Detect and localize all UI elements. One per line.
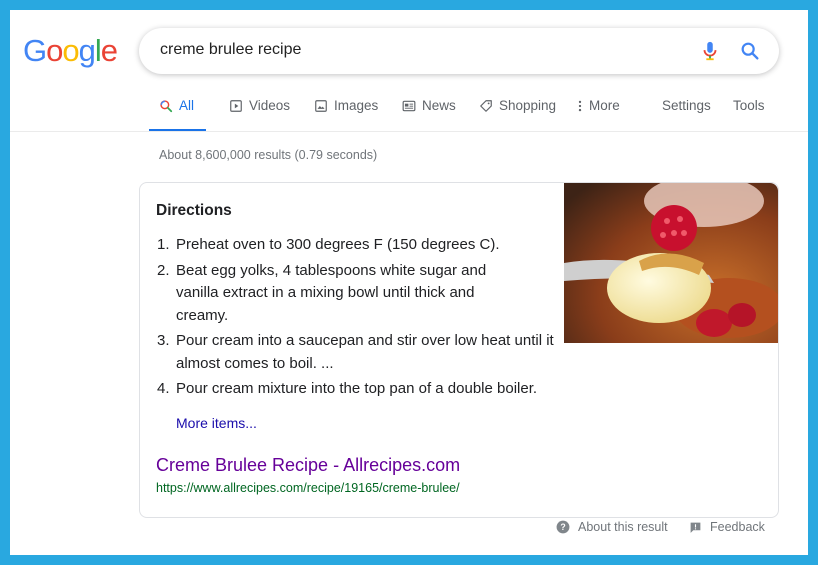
search-input[interactable]: creme brulee recipe <box>160 41 301 59</box>
tag-icon <box>480 100 492 112</box>
svg-text:?: ? <box>560 522 565 532</box>
tab-label: Shopping <box>499 98 557 113</box>
feedback-label: Feedback <box>710 520 765 534</box>
list-item: 2. Beat egg yolks, 4 tablespoons white s… <box>157 260 521 328</box>
featured-snippet: Directions 1. Preheat oven to 300 degree… <box>139 182 779 518</box>
feedback-button[interactable]: Feedback <box>689 520 765 534</box>
tab-label: News <box>422 98 456 113</box>
feedback-icon <box>690 522 701 533</box>
tab-shopping[interactable]: Shopping <box>479 98 556 132</box>
step-number: 4. <box>157 380 170 397</box>
logo-letter: g <box>78 33 96 68</box>
step-number: 2. <box>157 261 170 279</box>
list-item: 3. Pour cream into a saucepan and stir o… <box>157 330 559 375</box>
logo-letter: G <box>23 33 47 68</box>
play-icon <box>230 100 242 112</box>
step-text: Beat egg yolks, 4 tablespoons white suga… <box>176 261 487 324</box>
search-tabs: All Videos Images News Shopping More Set… <box>148 98 789 132</box>
tab-videos[interactable]: Videos <box>229 98 290 132</box>
tab-label: More <box>589 98 620 113</box>
about-result-button[interactable]: ? About this result <box>556 520 668 534</box>
logo-letter: e <box>100 33 118 68</box>
snippet-heading: Directions <box>156 202 232 219</box>
header-divider <box>10 131 808 132</box>
step-text: Pour cream mixture into the top pan of a… <box>176 380 538 397</box>
tab-all[interactable]: All <box>148 98 207 132</box>
tab-label: Images <box>334 98 379 113</box>
microphone-icon[interactable] <box>699 40 721 62</box>
result-title-link[interactable]: Creme Brulee Recipe - Allrecipes.com <box>156 455 460 476</box>
logo-letter: o <box>62 33 79 68</box>
tab-settings[interactable]: Settings <box>662 98 711 132</box>
tab-label: Tools <box>733 98 765 113</box>
list-item: 1. Preheat oven to 300 degrees F (150 de… <box>157 234 566 257</box>
directions-list: 1. Preheat oven to 300 degrees F (150 de… <box>157 234 596 404</box>
google-logo[interactable]: Google <box>23 33 118 68</box>
tab-tools[interactable]: Tools <box>733 98 765 132</box>
search-box[interactable]: creme brulee recipe <box>139 28 779 74</box>
more-vert-icon <box>578 100 582 112</box>
search-icon <box>160 100 173 113</box>
step-number: 3. <box>157 332 170 349</box>
tab-more[interactable]: More <box>577 98 620 132</box>
result-url[interactable]: https://www.allrecipes.com/recipe/19165/… <box>156 481 460 495</box>
logo-letter: o <box>46 33 63 68</box>
magnifier-icon[interactable] <box>739 40 761 62</box>
tab-label: All <box>179 98 195 113</box>
step-text: Pour cream into a saucepan and stir over… <box>176 332 554 372</box>
image-icon <box>315 100 327 112</box>
about-result-label: About this result <box>578 520 668 534</box>
step-number: 1. <box>157 236 170 253</box>
tab-news[interactable]: News <box>402 98 456 132</box>
browser-frame: Google creme brulee recipe All Videos Im… <box>10 10 808 555</box>
step-text: Preheat oven to 300 degrees F (150 degre… <box>176 236 500 253</box>
more-items-link[interactable]: More items... <box>176 415 257 431</box>
tab-images[interactable]: Images <box>314 98 378 132</box>
result-stats: About 8,600,000 results (0.79 seconds) <box>159 148 378 162</box>
creme-brulee-image[interactable] <box>564 183 778 343</box>
tab-label: Settings <box>662 98 711 113</box>
news-icon <box>402 100 416 112</box>
tab-label: Videos <box>249 98 291 113</box>
help-icon: ? <box>556 520 570 534</box>
list-item: 4. Pour cream mixture into the top pan o… <box>157 378 596 401</box>
